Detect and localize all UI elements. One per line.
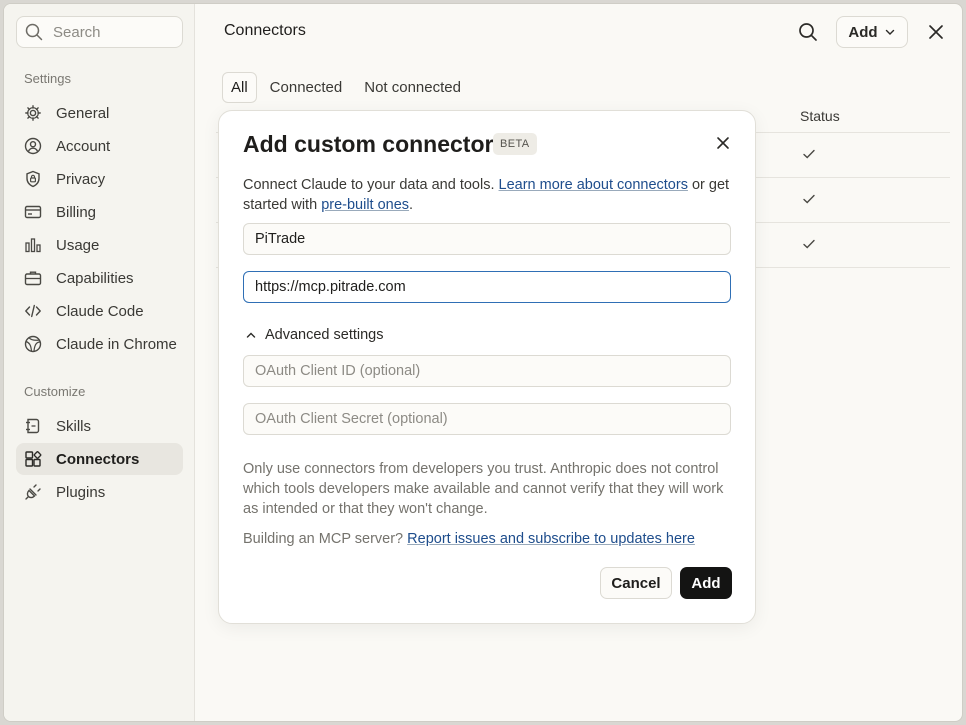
usage-icon: [25, 238, 41, 253]
sidebar-item-claude-code[interactable]: Claude Code: [16, 295, 183, 327]
sidebar-item-label: Claude in Chrome: [56, 335, 177, 353]
search-icon[interactable]: [796, 20, 820, 44]
sidebar-item-connectors[interactable]: Connectors: [16, 443, 183, 475]
settings-window: Search Settings General Account Privacy …: [3, 3, 963, 722]
skills-icon: [26, 418, 40, 434]
sidebar-item-label: Billing: [56, 203, 97, 221]
shield-icon: [26, 170, 40, 188]
sidebar-item-label: Usage: [56, 236, 100, 254]
chevron-down-icon: [885, 29, 894, 35]
search-icon: [25, 23, 43, 41]
oauth-client-id-field[interactable]: [243, 355, 731, 387]
connector-name-field[interactable]: [243, 223, 731, 255]
dialog-title: Add custom connector: [243, 131, 494, 157]
check-icon: [803, 239, 815, 249]
search-placeholder: Search: [53, 23, 101, 41]
description-text: .: [409, 197, 414, 213]
filter-tabs: All Connected Not connected: [222, 72, 470, 103]
billing-icon: [24, 205, 42, 219]
sidebar-item-label: Account: [56, 137, 111, 155]
status-column-header: Status: [800, 108, 840, 124]
sidebar-item-label: Plugins: [56, 483, 106, 501]
gear-icon: [25, 105, 41, 121]
description-text: Connect Claude to your data and tools.: [243, 177, 495, 193]
sidebar-item-usage[interactable]: Usage: [16, 229, 183, 261]
trust-warning: Only use connectors from developers you …: [243, 461, 724, 517]
sidebar-item-claude-in-chrome[interactable]: Claude in Chrome: [16, 328, 183, 360]
advanced-settings-toggle[interactable]: Advanced settings: [245, 327, 384, 343]
close-icon[interactable]: [715, 135, 731, 151]
briefcase-icon: [24, 271, 42, 286]
sidebar-item-label: Claude Code: [56, 302, 144, 320]
sidebar-item-plugins[interactable]: Plugins: [16, 476, 183, 508]
sidebar-item-general[interactable]: General: [16, 97, 183, 129]
tab-connected[interactable]: Connected: [261, 72, 352, 103]
sidebar-item-billing[interactable]: Billing: [16, 196, 183, 228]
check-icon: [803, 149, 815, 159]
sidebar-item-capabilities[interactable]: Capabilities: [16, 262, 183, 294]
add-dropdown-label: Add: [848, 23, 878, 41]
report-issues-link[interactable]: Report issues and subscribe to updates h…: [407, 531, 695, 547]
plugin-icon: [25, 484, 41, 500]
tab-not-connected[interactable]: Not connected: [355, 72, 470, 103]
search-input[interactable]: Search: [16, 16, 183, 48]
sidebar-item-skills[interactable]: Skills: [16, 410, 183, 442]
tab-all[interactable]: All: [222, 72, 257, 103]
sidebar-item-label: Skills: [56, 417, 92, 435]
connector-url-field[interactable]: [243, 271, 731, 303]
learn-more-link[interactable]: Learn more about connectors: [499, 177, 688, 193]
customize-section-label: Customize: [24, 384, 86, 399]
pre-built-link[interactable]: pre-built ones: [321, 197, 409, 213]
sidebar-item-label: Privacy: [56, 170, 106, 188]
account-icon: [24, 137, 42, 155]
code-icon: [25, 304, 41, 318]
sidebar-item-label: General: [56, 104, 110, 122]
add-button[interactable]: Add: [680, 567, 732, 599]
sidebar-item-privacy[interactable]: Privacy: [16, 163, 183, 195]
cancel-button[interactable]: Cancel: [600, 567, 672, 599]
sidebar-item-label: Connectors: [56, 450, 140, 468]
dialog-description: Connect Claude to your data and tools. L…: [243, 175, 733, 215]
page-title: Connectors: [224, 22, 306, 39]
mcp-server-note: Building an MCP server? Report issues an…: [243, 531, 695, 547]
settings-section-label: Settings: [24, 71, 71, 86]
add-dropdown-button[interactable]: Add: [836, 16, 908, 48]
beta-badge: BETA: [493, 133, 537, 155]
add-custom-connector-dialog: Add custom connector BETA Connect Claude…: [218, 110, 756, 624]
oauth-client-secret-field[interactable]: [243, 403, 731, 435]
sidebar: Search Settings General Account Privacy …: [4, 4, 195, 721]
close-icon[interactable]: [926, 22, 946, 42]
advanced-settings-label: Advanced settings: [265, 327, 384, 343]
mcp-server-text: Building an MCP server?: [243, 531, 404, 547]
chevron-up-icon: [246, 332, 256, 338]
check-icon: [803, 194, 815, 204]
connectors-icon: [25, 451, 42, 467]
globe-icon: [24, 335, 42, 353]
sidebar-item-account[interactable]: Account: [16, 130, 183, 162]
sidebar-item-label: Capabilities: [56, 269, 134, 287]
